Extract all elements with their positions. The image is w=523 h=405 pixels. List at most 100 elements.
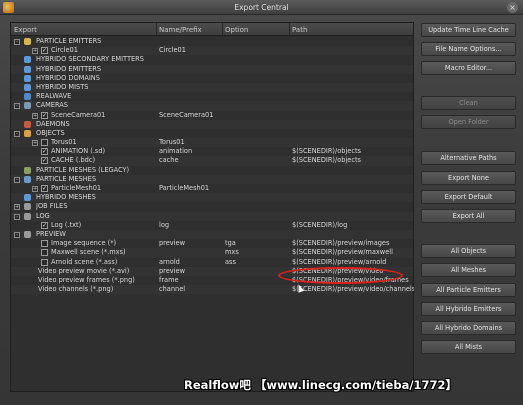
tree-item-row[interactable]: + ✓ ParticleMesh01 ParticleMesh01 [11,184,413,193]
tree-category-row[interactable]: - OBJECTS [11,129,413,138]
row-path[interactable]: $(SCENEDIR)/preview/maxwell [292,248,414,257]
row-prefix[interactable]: ParticleMesh01 [159,184,223,193]
export-checkbox[interactable]: ✓ [41,157,48,165]
tree-item-row[interactable]: ✓ Log (.txt) log $(SCENEDIR)/log [11,221,413,230]
export-checkbox[interactable]: ✓ [41,111,48,119]
all-mists-button[interactable]: All Mists [421,340,516,354]
export-central-window: Export Central × Export Name/Prefix Opti… [0,0,523,405]
row-name: ParticleMesh01 [51,184,102,192]
category-icon [24,38,31,45]
export-checkbox[interactable]: ✓ [41,148,48,156]
tree-category-row[interactable]: - PARTICLE EMITTERS [11,37,413,46]
row-name: Video preview movie (*.avi) [38,266,130,275]
category-icon [24,166,31,174]
macro-editor-button[interactable]: Macro Editor... [421,61,516,75]
row-path[interactable]: $(SCENEDIR)/log [292,221,414,230]
tree-item-row[interactable]: + ✓ SceneCamera01 SceneCamera01 [11,111,413,120]
all-hybrido-domains-button[interactable]: All Hybrido Domains [421,321,516,335]
expand-icon[interactable]: + [14,204,20,211]
category-icon [24,175,31,183]
row-prefix[interactable]: channel [159,285,223,294]
row-name: CACHE (.bdc) [51,156,96,165]
row-option[interactable]: tga [225,239,289,248]
export-checkbox[interactable] [41,249,48,257]
column-export[interactable]: Export [14,26,37,34]
tree-item-row[interactable]: Image sequence (*) preview tga $(SCENEDIR)/… [11,239,413,248]
collapse-icon[interactable]: - [14,130,20,137]
row-path[interactable]: $(SCENEDIR)/objects [292,147,414,156]
row-prefix[interactable]: preview [159,239,223,248]
tree-category-row[interactable]: HYBRIDO SECONDARY EMITTERS [11,55,413,64]
row-path[interactable]: $(SCENEDIR)/objects [292,156,414,165]
row-prefix[interactable]: Circle01 [159,46,223,55]
row-path[interactable]: $(SCENEDIR)/preview/images [292,239,414,248]
tree-item-row[interactable]: Maxwell scene (*.mxs) mxs $(SCENEDIR)/prev… [11,248,414,258]
tree-category-row[interactable]: - PARTICLE MESHES [11,174,413,184]
export-checkbox[interactable]: ✓ [41,221,48,229]
tree-category-row[interactable]: REALWAVE [11,92,413,101]
row-prefix[interactable]: preview [159,267,223,276]
category-icon [24,65,31,73]
tree-category-row[interactable]: HYBRIDO MESHES [11,193,413,203]
expand-icon[interactable]: + [32,186,38,192]
tree-category-row[interactable]: - PREVIEW [11,229,413,240]
row-prefix[interactable]: frame [159,276,223,285]
row-name: Video preview frames (*.png) [38,275,135,284]
row-prefix[interactable]: animation [159,147,223,156]
tree-category-row[interactable]: HYBRIDO MISTS [11,82,413,93]
open-folder-button[interactable]: Open Folder [421,115,516,129]
column-prefix[interactable]: Name/Prefix [159,26,202,34]
collapse-icon[interactable]: - [14,176,20,183]
export-checkbox[interactable] [41,139,48,147]
collapse-icon[interactable]: - [14,103,20,110]
close-icon[interactable]: × [507,2,518,13]
export-none-button[interactable]: Export None [421,171,516,185]
all-particle-emitters-button[interactable]: All Particle Emitters [421,283,516,297]
tree-item-row[interactable]: ✓ CACHE (.bdc) cache $(SCENEDIR)/objects [11,156,414,166]
expand-icon[interactable]: + [32,112,38,119]
row-prefix[interactable]: log [159,221,223,230]
tree-category-row[interactable]: HYBRIDO DOMAINS [11,74,413,83]
export-checkbox[interactable]: ✓ [41,47,48,55]
tree-item-row[interactable]: Video channels (*.png) channel $(SCENEDIR)… [11,285,414,295]
alternative-paths-button[interactable]: Alternative Paths [421,151,516,165]
tree-item-row[interactable]: + ✓ Circle01 Circle01 [11,46,413,56]
export-default-button[interactable]: Export Default [421,190,516,204]
expand-icon[interactable]: + [32,48,38,55]
export-tree[interactable]: Export Name/Prefix Option Path - PARTICLE… [10,22,414,392]
row-option[interactable]: mxs [225,248,289,257]
expand-icon[interactable]: + [32,140,38,147]
all-objects-button[interactable]: All Objects [421,244,516,258]
row-prefix[interactable]: cache [159,156,223,165]
tree-category-row[interactable]: - LOG [11,211,413,221]
row-path[interactable]: $(SCENEDIR)/preview/video/channels [292,285,414,294]
tree-item-row[interactable]: Arnold scene (*.ass) arnold ass $(SCENEDIR)… [11,258,414,268]
tree-category-row[interactable]: PARTICLE MESHES (LEGACY) [11,166,413,175]
collapse-icon[interactable]: - [14,231,20,238]
tree-category-row[interactable]: - CAMERAS [11,101,413,111]
tree-item-row[interactable]: + Torus01 Torus01 [11,138,413,148]
collapse-icon[interactable]: - [14,39,20,45]
tree-category-row[interactable]: HYBRIDO EMITTERS [11,64,413,74]
clean-button[interactable]: Clean [421,96,516,110]
file-name-options-button[interactable]: File Name Options... [421,42,516,56]
row-path[interactable]: $(SCENEDIR)/preview/arnold [292,258,414,267]
column-path[interactable]: Path [292,26,307,34]
export-all-button[interactable]: Export All [421,209,516,223]
tree-category-row[interactable]: DAEMONS [11,119,413,129]
column-option[interactable]: Option [225,26,248,34]
all-meshes-button[interactable]: All Meshes [421,263,516,277]
row-name: PARTICLE MESHES [36,174,97,183]
export-checkbox[interactable] [41,258,48,266]
tree-category-row[interactable]: + JOB FILES [11,202,413,211]
category-icon [24,120,31,128]
collapse-icon[interactable]: - [14,213,20,220]
row-prefix[interactable]: Torus01 [159,138,223,147]
tree-item-row[interactable]: ✓ ANIMATION (.sd) animation $(SCENEDIR)/obj… [11,147,413,156]
row-prefix[interactable]: SceneCamera01 [159,111,223,120]
update-time-line-cache-button[interactable]: Update Time Line Cache [421,23,516,37]
export-checkbox[interactable]: ✓ [41,185,48,192]
all-hybrido-emitters-button[interactable]: All Hybrido Emitters [421,302,516,316]
export-checkbox[interactable] [41,240,48,248]
row-option[interactable]: ass [225,258,289,267]
